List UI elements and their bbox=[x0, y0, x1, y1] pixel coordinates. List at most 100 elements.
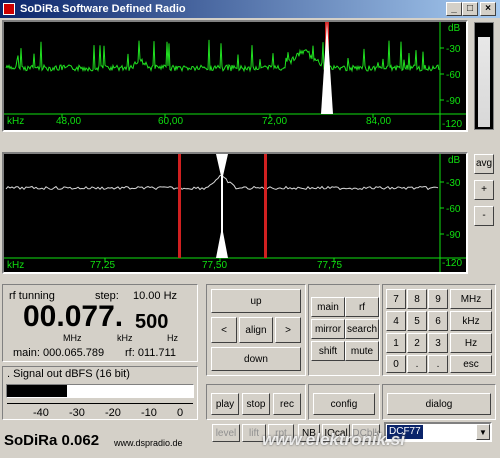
keypad-4[interactable]: 4 bbox=[386, 311, 406, 331]
signal-label: . Signal out dBFS (16 bit) bbox=[7, 368, 130, 380]
transport-panel: play stop rec bbox=[206, 384, 306, 420]
keypad-khz[interactable]: kHz bbox=[450, 311, 492, 331]
y-tick-label: -120 bbox=[442, 258, 463, 269]
frequency-display[interactable]: 00.077. bbox=[23, 300, 123, 334]
signal-scale-label: -40 bbox=[33, 407, 49, 419]
level-meter bbox=[474, 22, 494, 130]
signal-bar-fill bbox=[7, 385, 67, 397]
keypad-esc[interactable]: esc bbox=[450, 355, 492, 373]
y-tick-label: -30 bbox=[446, 44, 461, 55]
keypad-0[interactable]: 0 bbox=[386, 355, 406, 373]
y-tick-label: -60 bbox=[446, 204, 461, 215]
y-unit-label: dB bbox=[448, 155, 461, 166]
x-tick-label: 77,50 bbox=[202, 260, 228, 271]
chevron-down-icon[interactable]: ▼ bbox=[476, 424, 490, 440]
unit-mhz-label: MHz bbox=[63, 333, 82, 343]
maximize-icon[interactable]: □ bbox=[462, 2, 478, 16]
tune-panel: up < align > down bbox=[206, 284, 306, 376]
keypad-3[interactable]: 3 bbox=[428, 333, 448, 353]
unit-khz-label: kHz bbox=[117, 333, 133, 343]
keypad-dot[interactable]: . bbox=[407, 355, 427, 373]
keypad-7[interactable]: 7 bbox=[386, 289, 406, 309]
y-unit-label: dB bbox=[448, 23, 461, 34]
y-tick-label: -90 bbox=[446, 230, 461, 241]
zoom-in-button[interactable]: + bbox=[474, 180, 494, 200]
frequency-fine-display[interactable]: 500 bbox=[135, 311, 168, 334]
tune-right-button[interactable]: > bbox=[275, 317, 301, 343]
x-tick-label: 48,00 bbox=[56, 116, 82, 127]
y-tick-label: -120 bbox=[442, 119, 463, 130]
keypad-dot-2[interactable]: . bbox=[428, 355, 448, 373]
keypad-mhz[interactable]: MHz bbox=[450, 289, 492, 309]
keypad-9[interactable]: 9 bbox=[428, 289, 448, 309]
rf-frequency-label: rf: 011.711 bbox=[125, 347, 176, 359]
filter-edge-right-marker bbox=[264, 154, 267, 258]
keypad-2[interactable]: 2 bbox=[407, 333, 427, 353]
signal-scale-label: -20 bbox=[105, 407, 121, 419]
keypad-panel: 7 8 9 MHz 4 5 6 kHz 1 2 3 Hz 0 . . esc bbox=[382, 284, 496, 376]
x-unit-label: kHz bbox=[7, 260, 25, 271]
step-value[interactable]: 10.00 Hz bbox=[133, 290, 177, 302]
mirror-button[interactable]: mirror bbox=[311, 319, 345, 339]
keypad-hz[interactable]: Hz bbox=[450, 333, 492, 353]
spectrum-zoom-plot bbox=[4, 154, 466, 272]
signal-scale-label: -10 bbox=[141, 407, 157, 419]
keypad-6[interactable]: 6 bbox=[428, 311, 448, 331]
center-marker-icon bbox=[216, 154, 228, 258]
tune-up-button[interactable]: up bbox=[211, 289, 301, 313]
main-button[interactable]: main bbox=[311, 297, 345, 317]
signal-scale-label: 0 bbox=[177, 407, 184, 419]
x-tick-label: 77,25 bbox=[90, 260, 116, 271]
frequency-panel: rf tunning step: 10.00 Hz 00.077. 500 MH… bbox=[2, 284, 198, 362]
window-title: SoDiRa Software Defined Radio bbox=[20, 3, 186, 15]
spectrum-scope-wide[interactable]: kHz 48,00 60,00 72,00 84,00 dB -30 -60 -… bbox=[2, 20, 468, 132]
x-unit-label: kHz bbox=[7, 116, 25, 127]
watermark: www.elektronik.si bbox=[262, 430, 405, 449]
stop-button[interactable]: stop bbox=[242, 393, 270, 415]
spectrum-trace bbox=[5, 39, 440, 73]
x-tick-label: 60,00 bbox=[158, 116, 184, 127]
rf-button[interactable]: rf bbox=[345, 297, 379, 317]
avg-button[interactable]: avg bbox=[474, 154, 494, 174]
unit-hz-label: Hz bbox=[167, 333, 178, 343]
keypad-5[interactable]: 5 bbox=[407, 311, 427, 331]
play-button[interactable]: play bbox=[211, 393, 239, 415]
main-frequency-label: main: 000.065.789 bbox=[13, 347, 105, 359]
app-version-label: SoDiRa 0.062 bbox=[4, 432, 100, 449]
app-icon bbox=[3, 3, 15, 15]
x-tick-label: 84,00 bbox=[366, 116, 392, 127]
app-window: SoDiRa Software Defined Radio _ □ × kHz … bbox=[0, 0, 500, 458]
keypad-8[interactable]: 8 bbox=[407, 289, 427, 309]
level-button[interactable]: level bbox=[212, 424, 240, 442]
minimize-icon[interactable]: _ bbox=[446, 2, 462, 16]
tune-left-button[interactable]: < bbox=[211, 317, 237, 343]
x-tick-label: 72,00 bbox=[262, 116, 288, 127]
dialog-button[interactable]: dialog bbox=[387, 393, 491, 415]
config-panel: config bbox=[308, 384, 380, 420]
level-meter-bar bbox=[478, 37, 490, 127]
search-button[interactable]: search bbox=[345, 319, 379, 339]
signal-meter-panel: . Signal out dBFS (16 bit) -40 -30 -20 -… bbox=[2, 366, 198, 420]
mode-panel: main rf mirror search shift mute bbox=[308, 284, 380, 376]
y-tick-label: -90 bbox=[446, 96, 461, 107]
shift-button[interactable]: shift bbox=[311, 341, 345, 361]
y-tick-label: -30 bbox=[446, 178, 461, 189]
spectrum-wide-plot bbox=[4, 22, 466, 130]
x-tick-label: 77,75 bbox=[317, 260, 343, 271]
dialog-panel: dialog bbox=[382, 384, 496, 420]
signal-scale-label: -30 bbox=[69, 407, 85, 419]
keypad-1[interactable]: 1 bbox=[386, 333, 406, 353]
tune-down-button[interactable]: down bbox=[211, 347, 301, 371]
close-icon[interactable]: × bbox=[480, 2, 496, 16]
website-link[interactable]: www.dspradio.de bbox=[114, 438, 183, 448]
align-button[interactable]: align bbox=[239, 317, 273, 343]
zoom-out-button[interactable]: - bbox=[474, 206, 494, 226]
mute-button[interactable]: mute bbox=[345, 341, 379, 361]
title-bar[interactable]: SoDiRa Software Defined Radio bbox=[0, 0, 500, 18]
config-button[interactable]: config bbox=[313, 393, 375, 415]
rec-button[interactable]: rec bbox=[273, 393, 301, 415]
filter-edge-left-marker bbox=[178, 154, 181, 258]
y-tick-label: -60 bbox=[446, 70, 461, 81]
signal-bar-track bbox=[6, 384, 194, 398]
spectrum-scope-zoom[interactable]: kHz 77,25 77,50 77,75 dB -30 -60 -90 -12… bbox=[2, 152, 468, 274]
